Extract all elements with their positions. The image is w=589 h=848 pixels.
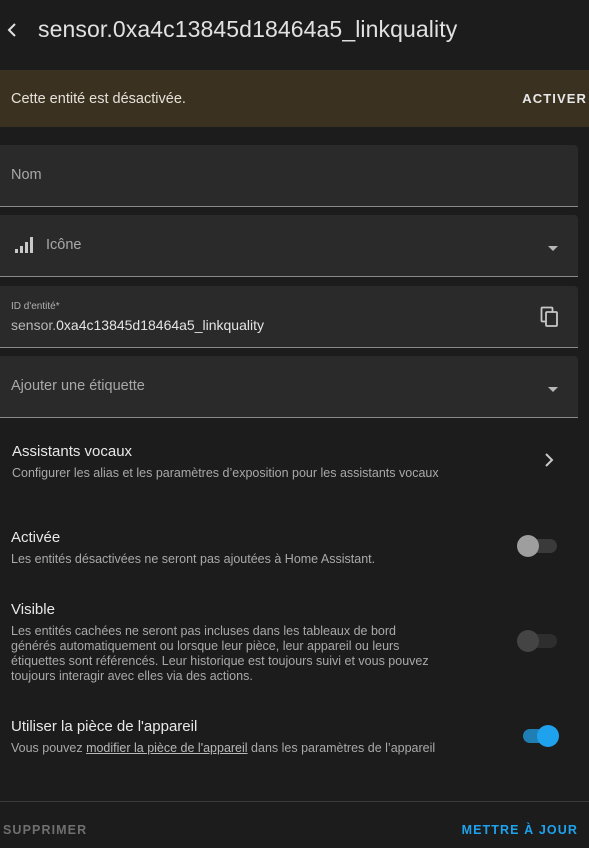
enable-button[interactable]: ACTIVER bbox=[522, 91, 587, 106]
toggle-thumb bbox=[517, 630, 539, 652]
signal-bars-icon bbox=[15, 237, 33, 253]
device-area-text-after: dans les paramètres de l’appareil bbox=[247, 741, 436, 755]
footer-divider bbox=[0, 801, 589, 802]
toggle-thumb bbox=[537, 725, 559, 747]
toggle-thumb bbox=[517, 535, 539, 557]
visible-description-line: générés automatiquement ou lorsque leur … bbox=[11, 639, 400, 653]
delete-button[interactable]: SUPPRIMER bbox=[3, 823, 87, 837]
visible-description: Les entités cachées ne seront pas inclus… bbox=[11, 624, 506, 684]
back-button[interactable] bbox=[0, 14, 24, 46]
entity-id-suffix: 0xa4c13845d18464a5_linkquality bbox=[56, 317, 264, 333]
visible-description-line: toujours interagir avec elles via des ac… bbox=[11, 669, 253, 683]
modify-device-area-link[interactable]: modifier la pièce de l'appareil bbox=[86, 741, 248, 755]
name-field[interactable]: Nom bbox=[0, 145, 578, 207]
visible-description-line: Les entités cachées ne seront pas inclus… bbox=[11, 624, 396, 638]
device-area-description: Vous pouvez modifier la pièce de l'appar… bbox=[11, 741, 435, 756]
voice-assistants-description: Configurer les alias et les paramètres d… bbox=[12, 466, 439, 480]
entity-id-field[interactable]: ID d'entité* sensor.0xa4c13845d18464a5_l… bbox=[0, 286, 578, 348]
icon-placeholder: Icône bbox=[46, 237, 82, 253]
labels-placeholder: Ajouter une étiquette bbox=[11, 378, 145, 394]
icon-picker-field[interactable]: Icône bbox=[0, 215, 578, 277]
dialog-header: sensor.0xa4c13845d18464a5_linkquality bbox=[0, 0, 589, 62]
copy-icon[interactable] bbox=[540, 306, 560, 328]
device-area-title: Utiliser la pièce de l'appareil bbox=[11, 718, 198, 735]
chevron-left-icon bbox=[7, 23, 16, 37]
visible-toggle[interactable] bbox=[517, 629, 561, 653]
enabled-title: Activée bbox=[11, 529, 61, 546]
visible-title: Visible bbox=[11, 601, 55, 618]
chevron-down-icon bbox=[548, 245, 558, 251]
entity-id-value: sensor.0xa4c13845d18464a5_linkquality bbox=[11, 317, 264, 333]
visible-description-line: étiquettes sont référencés. Leur histori… bbox=[11, 654, 429, 668]
device-area-text-before: Vous pouvez bbox=[11, 741, 87, 755]
name-placeholder: Nom bbox=[11, 167, 42, 183]
enabled-toggle[interactable] bbox=[517, 534, 561, 558]
banner-text: Cette entité est désactivée. bbox=[11, 91, 186, 107]
chevron-down-icon bbox=[548, 386, 558, 392]
labels-field[interactable]: Ajouter une étiquette bbox=[0, 356, 578, 418]
chevron-right-icon[interactable] bbox=[543, 451, 555, 469]
voice-assistants-title: Assistants vocaux bbox=[12, 443, 133, 460]
update-button[interactable]: METTRE À JOUR bbox=[462, 823, 578, 837]
disabled-warning-banner: Cette entité est désactivée. ACTIVER bbox=[0, 70, 589, 127]
entity-id-label: ID d'entité* bbox=[11, 301, 60, 312]
page-title: sensor.0xa4c13845d18464a5_linkquality bbox=[38, 16, 458, 42]
entity-settings-dialog: sensor.0xa4c13845d18464a5_linkquality Ce… bbox=[0, 0, 589, 848]
device-area-toggle[interactable] bbox=[517, 724, 561, 748]
entity-id-prefix: sensor. bbox=[11, 317, 57, 333]
enabled-description: Les entités désactivées ne seront pas aj… bbox=[11, 552, 376, 566]
